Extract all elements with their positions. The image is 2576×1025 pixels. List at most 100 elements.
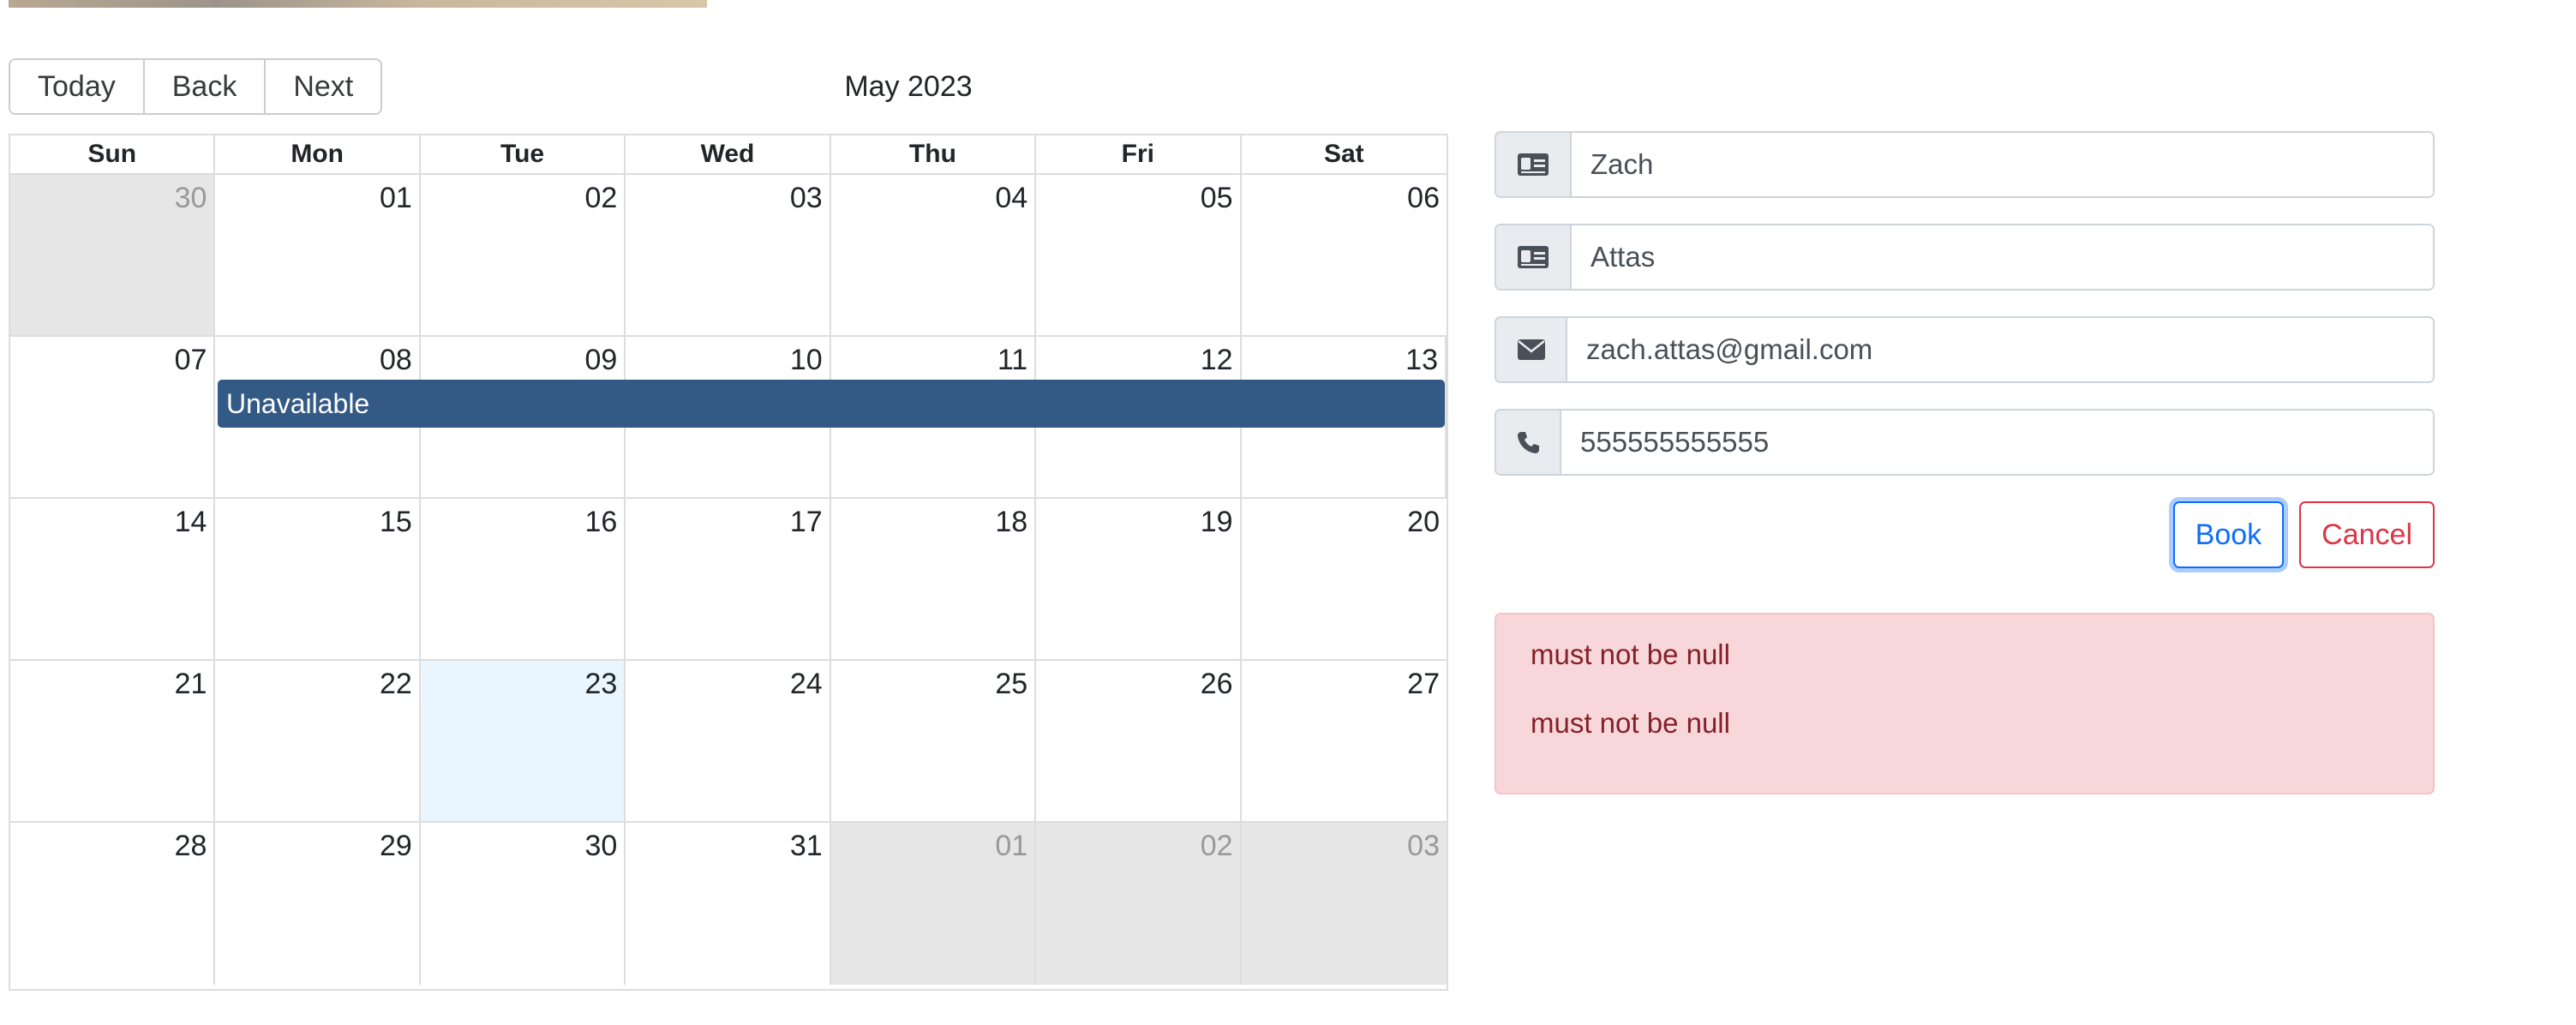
day-number[interactable]: 02 (1201, 830, 1233, 863)
day-number[interactable]: 09 (584, 344, 617, 377)
day-number[interactable]: 16 (584, 506, 617, 539)
day-cell[interactable]: 27 (1242, 661, 1447, 821)
day-number[interactable]: 29 (380, 830, 412, 863)
month-calendar: Sun Mon Tue Wed Thu Fri Sat 30 01 02 03 04 05 06 07 08… (9, 134, 1448, 991)
phone-input[interactable] (1561, 411, 2433, 474)
email-input[interactable] (1567, 318, 2433, 381)
day-cell[interactable]: 30 (421, 823, 626, 985)
cancel-button[interactable]: Cancel (2299, 501, 2435, 568)
dow-header: Fri (1036, 135, 1242, 173)
day-cell[interactable]: 20 (1242, 499, 1447, 659)
book-button[interactable]: Book (2172, 501, 2285, 568)
day-number[interactable]: 01 (380, 182, 412, 215)
day-number[interactable]: 18 (995, 506, 1027, 539)
day-number[interactable]: 05 (1201, 182, 1233, 215)
phone-icon (1496, 411, 1561, 474)
day-number[interactable]: 30 (584, 830, 617, 863)
id-card-icon (1496, 225, 1572, 289)
day-cell[interactable]: 30 (10, 175, 216, 335)
day-cell[interactable]: 01 (215, 175, 421, 335)
dow-header: Mon (215, 135, 421, 173)
day-cell[interactable]: 18 (831, 499, 1037, 659)
calendar-toolbar: Today Back Next (9, 58, 383, 115)
today-button[interactable]: Today (10, 60, 145, 113)
header-image (9, 0, 707, 8)
day-number[interactable]: 15 (380, 506, 412, 539)
day-number[interactable]: 20 (1407, 506, 1440, 539)
day-cell[interactable]: 17 (626, 499, 831, 659)
day-cell[interactable]: 03 (626, 175, 831, 335)
day-number[interactable]: 30 (175, 182, 207, 215)
day-cell[interactable]: 31 (626, 823, 831, 985)
day-number[interactable]: 19 (1201, 506, 1233, 539)
day-number[interactable]: 27 (1407, 668, 1440, 701)
day-cell[interactable]: 23 (420, 661, 626, 821)
day-number[interactable]: 23 (584, 668, 617, 701)
next-button[interactable]: Next (266, 60, 381, 113)
day-number[interactable]: 13 (1405, 344, 1438, 377)
error-message: must not be null (1531, 638, 1730, 670)
calendar-week-row: 30 01 02 03 04 05 06 (10, 175, 1447, 337)
day-number[interactable]: 08 (380, 344, 412, 377)
day-number[interactable]: 07 (175, 344, 207, 377)
day-number[interactable]: 28 (175, 830, 207, 863)
day-number[interactable]: 01 (995, 830, 1027, 863)
day-cell[interactable]: 22 (215, 661, 421, 821)
day-number[interactable]: 06 (1407, 182, 1440, 215)
day-number[interactable]: 25 (995, 668, 1027, 701)
day-number[interactable]: 21 (175, 668, 207, 701)
day-cell[interactable]: 02 (421, 175, 626, 335)
day-cell[interactable]: 24 (626, 661, 831, 821)
day-number[interactable]: 04 (995, 182, 1027, 215)
dow-header: Tue (421, 135, 626, 173)
day-number[interactable]: 03 (790, 182, 823, 215)
day-cell[interactable]: 07 (10, 337, 216, 497)
day-cell[interactable]: 16 (421, 499, 626, 659)
day-number[interactable]: 14 (175, 506, 207, 539)
error-message: must not be null (1531, 707, 1730, 739)
day-cell[interactable]: 21 (10, 661, 216, 821)
day-number[interactable]: 17 (790, 506, 823, 539)
email-group (1495, 316, 2435, 383)
phone-group (1495, 409, 2435, 476)
day-cell[interactable]: 14 (10, 499, 216, 659)
first-name-input[interactable] (1572, 133, 2433, 196)
dow-header: Sun (10, 135, 216, 173)
day-number[interactable]: 22 (380, 668, 412, 701)
form-actions: Book Cancel (1495, 501, 2435, 568)
day-number[interactable]: 26 (1201, 668, 1233, 701)
day-cell[interactable]: 25 (831, 661, 1037, 821)
day-cell[interactable]: 02 (1036, 823, 1242, 985)
last-name-input[interactable] (1572, 225, 2433, 289)
day-cell[interactable]: 29 (215, 823, 421, 985)
day-cell[interactable]: 28 (10, 823, 216, 985)
day-number[interactable]: 03 (1407, 830, 1440, 863)
day-cell[interactable]: 19 (1036, 499, 1242, 659)
day-number[interactable]: 10 (790, 344, 823, 377)
day-number[interactable]: 02 (584, 182, 617, 215)
calendar-weeks: 30 01 02 03 04 05 06 07 08 09 10 11 12 13 Unavailable 1… (10, 175, 1447, 985)
first-name-group (1495, 131, 2435, 198)
day-number[interactable]: 12 (1201, 344, 1233, 377)
day-cell[interactable]: 04 (831, 175, 1037, 335)
day-cell[interactable]: 05 (1036, 175, 1242, 335)
dow-header: Sat (1323, 140, 1364, 168)
dow-header: Wed (626, 135, 831, 173)
day-number[interactable]: 11 (997, 344, 1027, 377)
envelope-icon (1496, 318, 1567, 381)
dow-header: Thu (831, 135, 1037, 173)
day-cell[interactable]: 15 (215, 499, 421, 659)
calendar-week-row: 07 08 09 10 11 12 13 Unavailable (10, 337, 1447, 499)
day-number[interactable]: 31 (790, 830, 823, 863)
day-number[interactable]: 24 (790, 668, 823, 701)
calendar-week-row: 21 22 23 24 25 26 27 (10, 661, 1447, 823)
day-of-week-header: Sun Mon Tue Wed Thu Fri Sat (10, 135, 1447, 175)
day-cell[interactable]: 06 (1242, 175, 1447, 335)
day-cell[interactable]: 01 (830, 823, 1037, 985)
calendar-week-row: 14 15 16 17 18 19 20 (10, 499, 1447, 661)
day-cell[interactable]: 26 (1036, 661, 1242, 821)
day-cell[interactable]: 03 (1241, 823, 1447, 985)
back-button[interactable]: Back (144, 60, 267, 113)
calendar-week-row: 28 29 30 31 01 02 03 (10, 823, 1447, 985)
event-unavailable[interactable]: Unavailable (218, 380, 1445, 428)
